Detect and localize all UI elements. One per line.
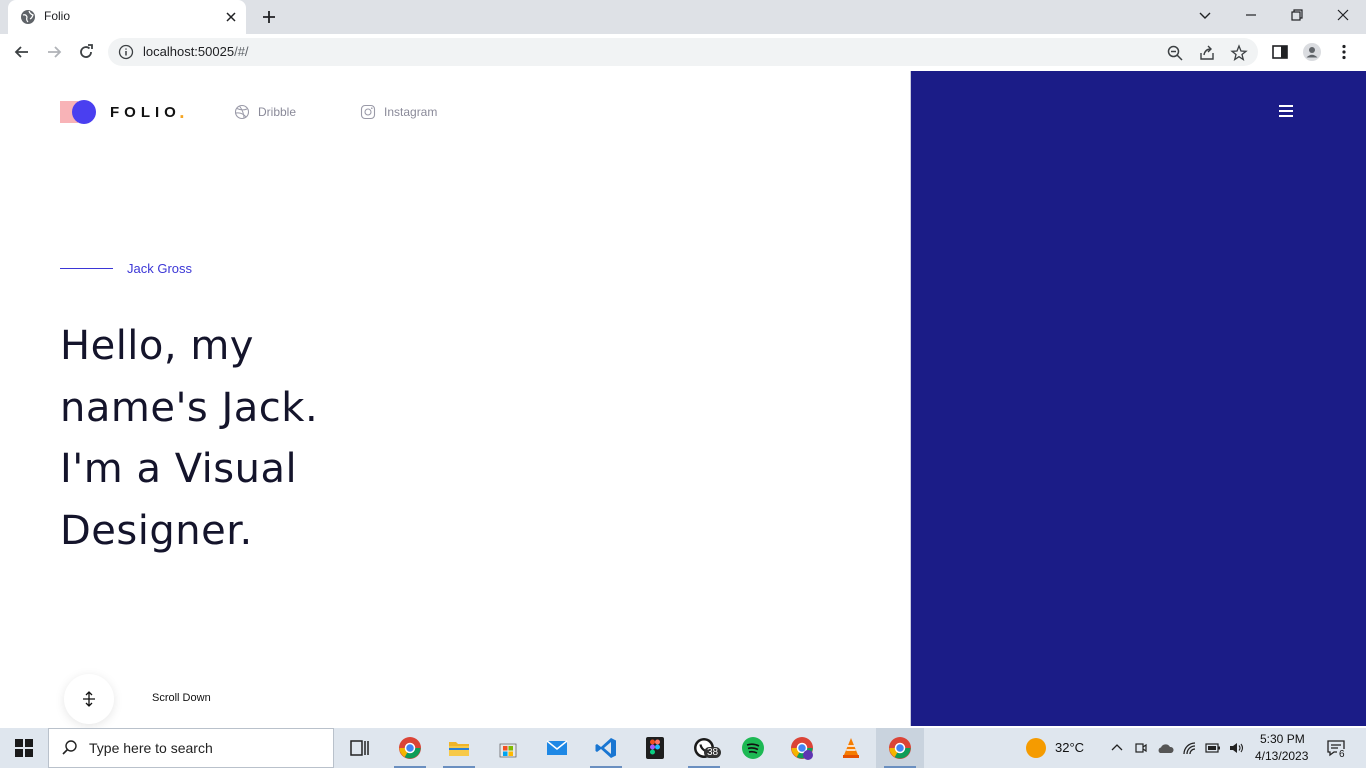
profile-avatar-icon[interactable]: [1302, 42, 1322, 62]
logo-circle-shape: [72, 100, 96, 124]
page-content: FOLIO . Dribble Instagram Jack Gross Hel…: [0, 71, 1366, 728]
browser-tab[interactable]: Folio: [8, 0, 246, 34]
notification-center-button[interactable]: 6: [1320, 728, 1366, 768]
site-logo[interactable]: FOLIO .: [60, 100, 200, 124]
meet-now-icon[interactable]: [1134, 741, 1148, 755]
taskbar-mail[interactable]: [533, 728, 581, 768]
windows-logo-icon: [15, 739, 33, 757]
weather-widget[interactable]: 32°C: [1022, 728, 1092, 768]
hero-headline: Hello, my name's Jack. I'm a Visual Desi…: [60, 316, 480, 562]
start-button[interactable]: [0, 728, 48, 768]
reload-icon[interactable]: [76, 42, 96, 62]
instagram-icon: [360, 104, 376, 120]
folder-icon: [449, 742, 469, 756]
taskbar-spotify[interactable]: [729, 728, 777, 768]
taskbar-whatsapp[interactable]: 38: [680, 728, 728, 768]
task-view-icon: [350, 740, 369, 756]
taskbar-vscode[interactable]: [582, 728, 630, 768]
headline-line: Designer.: [60, 507, 253, 554]
url-path: /#/: [234, 44, 249, 59]
menu-bar: [1279, 115, 1293, 117]
social-label: Instagram: [384, 105, 438, 119]
social-link-instagram[interactable]: Instagram: [360, 103, 437, 121]
share-icon[interactable]: [1198, 44, 1216, 62]
chevron-up-icon[interactable]: [1110, 741, 1124, 755]
taskbar-chrome-user[interactable]: [778, 728, 826, 768]
taskbar-figma[interactable]: [631, 728, 679, 768]
social-link-dribbble[interactable]: Dribble: [234, 103, 296, 121]
taskbar-search-box[interactable]: Type here to search: [48, 728, 334, 768]
clock[interactable]: 5:30 PM 4/13/2023: [1252, 728, 1316, 768]
taskbar-file-explorer[interactable]: [435, 728, 483, 768]
hero-side-panel: [910, 71, 1366, 726]
close-icon: [1337, 9, 1349, 21]
restore-button[interactable]: [1274, 0, 1320, 30]
menu-hamburger-icon[interactable]: [1279, 105, 1293, 117]
weather-temperature: 32°C: [1055, 740, 1085, 755]
volume-icon[interactable]: [1229, 741, 1245, 755]
vscode-icon: [595, 738, 616, 758]
chevron-down-icon: [1199, 12, 1211, 19]
url-host: localhost:50025: [143, 44, 235, 59]
mail-icon: [546, 740, 568, 755]
more-vert-icon[interactable]: [1334, 42, 1354, 62]
minimize-icon: [1246, 14, 1256, 16]
url-text: localhost:50025/#/: [143, 44, 249, 59]
notification-count: 6: [1337, 749, 1347, 760]
task-view-button[interactable]: [336, 728, 384, 768]
wifi-icon[interactable]: [1182, 741, 1198, 755]
spotify-icon: [742, 737, 764, 759]
new-tab-icon[interactable]: [260, 8, 278, 26]
accent-divider: [60, 268, 113, 269]
close-window-button[interactable]: [1320, 0, 1366, 30]
figma-icon: [646, 737, 664, 759]
windows-taskbar: Type here to search 38 32°C 5:30 PM 4/13…: [0, 728, 1366, 768]
taskbar-chrome-profile[interactable]: [386, 728, 434, 768]
logo-text: FOLIO: [110, 104, 181, 121]
close-icon[interactable]: [224, 10, 238, 24]
forward-arrow-icon[interactable]: [44, 42, 64, 62]
scroll-down-button[interactable]: [64, 674, 114, 724]
zoom-icon[interactable]: [1166, 44, 1184, 62]
notification-badge: 38: [704, 747, 722, 758]
tab-title: Folio: [44, 9, 71, 23]
social-label: Dribble: [258, 105, 297, 119]
search-icon: [62, 740, 77, 755]
restore-icon: [1291, 9, 1303, 21]
tab-search-button[interactable]: [1182, 0, 1228, 30]
bookmark-star-icon[interactable]: [1230, 44, 1248, 62]
headline-line: name's Jack.: [60, 384, 319, 431]
author-name: Jack Gross: [127, 261, 193, 276]
clock-date: 4/13/2023: [1255, 749, 1309, 763]
scroll-down-label: Scroll Down: [152, 692, 211, 704]
logo-dot: .: [179, 104, 185, 122]
browser-toolbar: localhost:50025/#/: [0, 34, 1366, 72]
chrome-icon: [399, 737, 421, 759]
chrome-icon: [889, 737, 911, 759]
scroll-arrows-icon: [83, 691, 95, 707]
minimize-button[interactable]: [1228, 0, 1274, 30]
site-info-icon[interactable]: [118, 44, 134, 60]
onedrive-cloud-icon[interactable]: [1156, 741, 1174, 755]
dribbble-icon: [234, 104, 250, 120]
menu-bar: [1279, 110, 1293, 112]
chrome-icon: [791, 737, 813, 760]
search-placeholder: Type here to search: [89, 740, 213, 756]
menu-bar: [1279, 105, 1293, 107]
battery-icon[interactable]: [1205, 741, 1221, 755]
store-icon: [499, 743, 517, 758]
side-panel-icon[interactable]: [1270, 42, 1290, 62]
sun-icon: [1026, 738, 1046, 758]
taskbar-microsoft-store[interactable]: [484, 728, 532, 768]
vlc-icon: [843, 738, 859, 758]
headline-line: I'm a Visual: [60, 446, 298, 492]
address-bar[interactable]: localhost:50025/#/: [108, 38, 1258, 66]
globe-icon: [21, 10, 35, 24]
taskbar-vlc[interactable]: [827, 728, 875, 768]
back-arrow-icon[interactable]: [12, 42, 32, 62]
clock-time: 5:30 PM: [1260, 732, 1305, 746]
headline-line: Hello, my: [60, 323, 254, 369]
browser-tabbar: Folio: [0, 0, 1366, 34]
taskbar-chrome-active[interactable]: [876, 728, 924, 768]
